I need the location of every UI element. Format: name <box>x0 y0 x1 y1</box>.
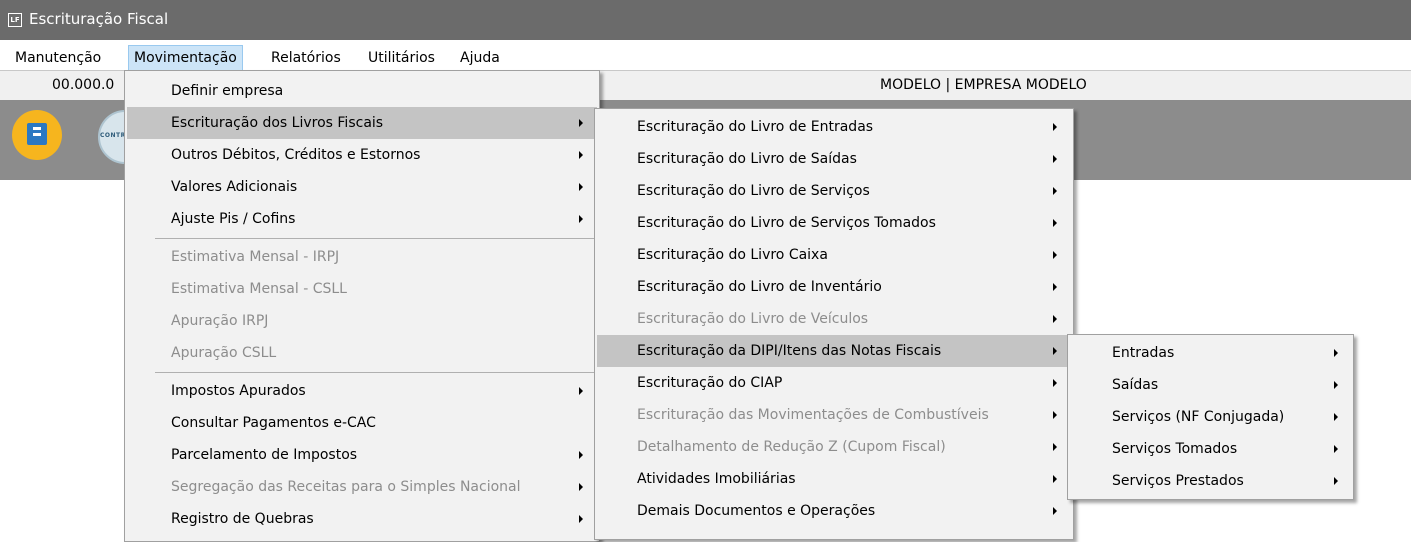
submenu-arrow-icon <box>1053 443 1057 451</box>
menu-item-escrituracao-livros[interactable]: Escrituração dos Livros Fiscais <box>127 107 597 139</box>
livros-fiscais-submenu: Escrituração do Livro de Entradas Escrit… <box>594 108 1074 540</box>
title-bar: LF Escrituração Fiscal <box>0 0 1411 40</box>
submenu-arrow-icon <box>1053 411 1057 419</box>
submenu-arrow-icon <box>1053 219 1057 227</box>
submenu-arrow-icon <box>1053 187 1057 195</box>
submenu-arrow-icon <box>579 215 583 223</box>
submenu-arrow-icon <box>1053 251 1057 259</box>
submenu-arrow-icon <box>1053 475 1057 483</box>
submenu-arrow-icon <box>1053 155 1057 163</box>
menu-manutencao[interactable]: Manutenção <box>10 46 106 70</box>
menu-ajuda[interactable]: Ajuda <box>455 46 505 70</box>
menu-item-servicos-tomados[interactable]: Serviços Tomados <box>1070 433 1351 465</box>
submenu-arrow-icon <box>1334 381 1338 389</box>
menu-bar: Manutenção Movimentação Relatórios Utili… <box>0 45 1411 71</box>
submenu-arrow-icon <box>1053 507 1057 515</box>
menu-item-servicos-prestados[interactable]: Serviços Prestados <box>1070 465 1351 497</box>
submenu-arrow-icon <box>1053 283 1057 291</box>
window-title: Escrituração Fiscal <box>29 10 169 28</box>
submenu-arrow-icon <box>1053 123 1057 131</box>
menu-item-outros-debitos[interactable]: Outros Débitos, Créditos e Estornos <box>127 139 597 171</box>
submenu-arrow-icon <box>579 451 583 459</box>
menu-item-livro-inventario[interactable]: Escrituração do Livro de Inventário <box>597 271 1071 303</box>
submenu-arrow-icon <box>1334 349 1338 357</box>
submenu-arrow-icon <box>579 119 583 127</box>
menu-item-estimativa-csll: Estimativa Mensal - CSLL <box>171 281 347 297</box>
menu-item-livro-caixa[interactable]: Escrituração do Livro Caixa <box>597 239 1071 271</box>
menu-item-consultar-pagamentos[interactable]: Consultar Pagamentos e-CAC <box>127 407 597 439</box>
menu-item-segregacao-receitas: Segregação das Receitas para o Simples N… <box>127 471 597 503</box>
menu-item-ciap[interactable]: Escrituração do CIAP <box>597 367 1071 399</box>
app-icon: LF <box>8 13 22 27</box>
menu-item-demais-documentos[interactable]: Demais Documentos e Operações <box>597 495 1071 527</box>
menu-item-apuracao-irpj: Apuração IRPJ <box>171 313 269 329</box>
menu-item-livro-servicos[interactable]: Escrituração do Livro de Serviços <box>597 175 1071 207</box>
submenu-arrow-icon <box>579 387 583 395</box>
menu-item-livro-servicos-tomados[interactable]: Escrituração do Livro de Serviços Tomado… <box>597 207 1071 239</box>
menu-item-entradas[interactable]: Entradas <box>1070 337 1351 369</box>
movimentacao-menu: Definir empresa Escrituração dos Livros … <box>124 70 600 542</box>
menu-separator <box>155 372 597 373</box>
menu-item-combustiveis: Escrituração das Movimentações de Combus… <box>597 399 1071 431</box>
menu-movimentacao[interactable]: Movimentação <box>128 45 243 71</box>
submenu-arrow-icon <box>579 151 583 159</box>
menu-item-definir-empresa[interactable]: Definir empresa <box>127 75 597 107</box>
menu-item-atividades-imobiliarias[interactable]: Atividades Imobiliárias <box>597 463 1071 495</box>
menu-item-servicos-nf-conjugada[interactable]: Serviços (NF Conjugada) <box>1070 401 1351 433</box>
submenu-arrow-icon <box>1334 413 1338 421</box>
menu-item-valores-adicionais[interactable]: Valores Adicionais <box>127 171 597 203</box>
company-code: 00.000.0 <box>52 77 115 93</box>
submenu-arrow-icon <box>1053 347 1057 355</box>
submenu-arrow-icon <box>1053 379 1057 387</box>
menu-item-ajuste-pis-cofins[interactable]: Ajuste Pis / Cofins <box>127 203 597 235</box>
menu-item-impostos-apurados[interactable]: Impostos Apurados <box>127 375 597 407</box>
menu-item-livro-saidas[interactable]: Escrituração do Livro de Saídas <box>597 143 1071 175</box>
menu-item-parcelamento-impostos[interactable]: Parcelamento de Impostos <box>127 439 597 471</box>
menu-item-estimativa-irpj: Estimativa Mensal - IRPJ <box>171 249 340 265</box>
building-icon[interactable] <box>12 110 62 160</box>
submenu-arrow-icon <box>579 183 583 191</box>
submenu-arrow-icon <box>1053 315 1057 323</box>
menu-item-reducao-z: Detalhamento de Redução Z (Cupom Fiscal) <box>597 431 1071 463</box>
menu-item-saidas[interactable]: Saídas <box>1070 369 1351 401</box>
submenu-arrow-icon <box>1334 445 1338 453</box>
submenu-arrow-icon <box>1334 477 1338 485</box>
menu-item-dipi-itens[interactable]: Escrituração da DIPI/Itens das Notas Fis… <box>597 335 1071 367</box>
menu-utilitarios[interactable]: Utilitários <box>363 46 440 70</box>
menu-relatorios[interactable]: Relatórios <box>266 46 346 70</box>
menu-separator <box>155 238 597 239</box>
submenu-arrow-icon <box>579 515 583 523</box>
menu-item-apuracao-csll: Apuração CSLL <box>171 345 277 361</box>
dipi-submenu: Entradas Saídas Serviços (NF Conjugada) … <box>1067 334 1354 500</box>
menu-item-registro-quebras[interactable]: Registro de Quebras <box>127 503 597 535</box>
menu-item-livro-entradas[interactable]: Escrituração do Livro de Entradas <box>597 111 1071 143</box>
company-name: MODELO | EMPRESA MODELO <box>880 77 1087 93</box>
menu-item-livro-veiculos: Escrituração do Livro de Veículos <box>597 303 1071 335</box>
submenu-arrow-icon <box>579 483 583 491</box>
